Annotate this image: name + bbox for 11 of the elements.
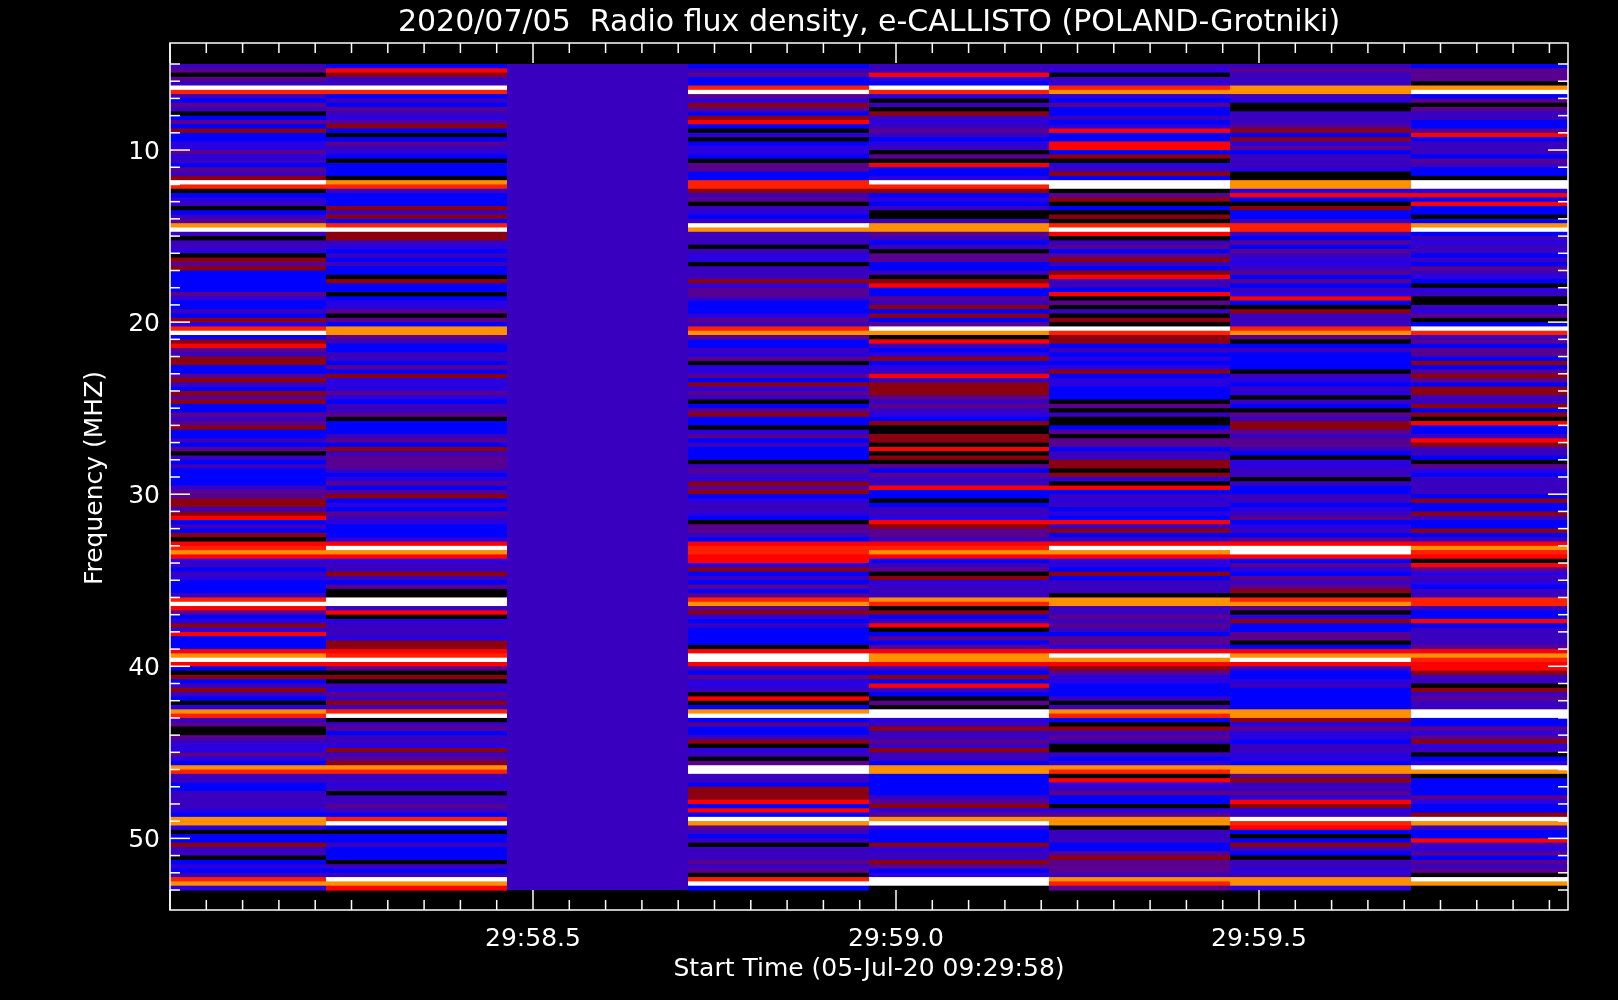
y-tick-label: 40: [128, 652, 160, 682]
y-tick-label: 20: [128, 308, 160, 338]
y-axis-label: Frequency (MHZ): [79, 370, 108, 586]
x-tick-label: 29:58.5: [485, 923, 581, 952]
x-tick-label: 29:59.0: [848, 923, 944, 952]
y-tick-label: 50: [128, 824, 160, 854]
x-axis-label: Start Time (05-Jul-20 09:29:58): [673, 953, 1065, 982]
y-tick-label: 30: [128, 480, 160, 510]
y-tick-label: 10: [128, 136, 160, 166]
chart-title: 2020/07/05 Radio flux density, e-CALLISTO (POLAND-Grotniki): [397, 3, 1341, 38]
x-tick-label: 29:59.5: [1211, 923, 1307, 952]
